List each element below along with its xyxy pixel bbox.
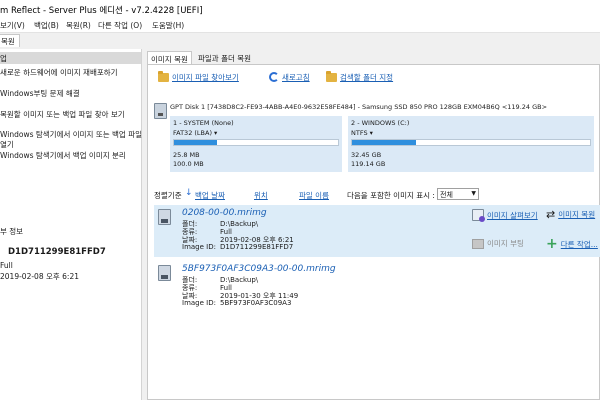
menu-help[interactable]: 도움말(H) [152, 20, 184, 31]
sidebar-item-open-explorer-2[interactable]: 열기 [0, 140, 14, 150]
image-file-icon [158, 209, 171, 225]
folder-icon [158, 70, 169, 82]
partition-used: 25.8 MB [173, 151, 200, 159]
folder-search-icon [326, 70, 337, 82]
sort-by-date[interactable]: 백업 날짜 [195, 190, 225, 201]
sidebar-info-title: 부 정보 [0, 227, 24, 236]
refresh-icon [269, 72, 279, 82]
image-id: Image ID: D1D711299E81FFD7 [182, 243, 293, 251]
restore-panel: 이미지 파일 찾아보기 새로고침 검색할 폴더 지정 GPT Disk 1 [7… [147, 64, 600, 400]
app-tab-bar: 복원 [0, 33, 600, 47]
partition-total: 100.0 MB [173, 160, 204, 168]
image-row[interactable]: 0208-00-00.mrimg 폴더: D:\Backup\ 종류: Full 날… [154, 205, 600, 257]
title-bar: m Reflect - Server Plus 에디션 - v7.2.4228 … [0, 0, 600, 18]
menu-view[interactable]: 보기(V) [0, 20, 25, 31]
menu-backup[interactable]: 백업(B) [34, 20, 59, 31]
boot-monitor-icon [472, 238, 484, 249]
other-tasks-action[interactable]: + 다른 작업... [546, 236, 598, 252]
partition-system[interactable]: 1 - SYSTEM (None) FAT32 (LBA) ▾ 25.8 MB … [170, 116, 342, 172]
tab-image-restore[interactable]: 이미지 복원 [147, 51, 192, 65]
restore-toolbar: 이미지 파일 찾아보기 새로고침 검색할 폴더 지정 [154, 70, 594, 84]
sidebar-item-browse-image[interactable]: 복원할 이미지 또는 백업 파일 찾아 보기 [0, 110, 125, 120]
partition-usage-fill [352, 140, 417, 145]
image-name: 0208-00-00.mrimg [182, 208, 267, 218]
refresh-label: 새로고침 [282, 72, 310, 82]
image-file-icon [158, 265, 171, 281]
partition-total: 119.14 GB [351, 160, 386, 168]
search-folder-label: 검색할 폴더 지정 [340, 72, 394, 82]
sidebar-item-fix-boot[interactable]: Windows부팅 문제 해결 [0, 89, 80, 99]
sort-label: 정렬기준 [154, 191, 182, 200]
sidebar-info-id: D1D711299E81FFD7 [8, 247, 106, 257]
partition-usage-bar [351, 139, 591, 146]
tab-file-restore[interactable]: 파일과 폴더 복원 [195, 51, 254, 65]
sort-by-filename[interactable]: 파일 이름 [299, 190, 329, 201]
browse-image-action-label: 이미지 살펴보기 [487, 210, 538, 220]
partition-windows[interactable]: 2 - WINDOWS (C:) NTFS ▾ 32.45 GB 119.14 … [348, 116, 594, 172]
sidebar-item-redeploy[interactable]: 새로운 하드웨어에 이미지 재배포하기 [0, 68, 118, 78]
sort-bar: 정렬기준 ↓ 백업 날짜 위치 파일 이름 다음을 포함한 이미지 표시 : 전… [154, 188, 594, 201]
disk-icon [154, 103, 167, 119]
partition-name: 2 - WINDOWS (C:) [351, 119, 410, 127]
image-row[interactable]: 5BF973F0AF3C09A3-00-00.mrimg 폴더: D:\Backu… [154, 261, 600, 313]
id-key: Image ID: [182, 299, 216, 307]
filter-select[interactable]: 전체 ▼ [437, 188, 479, 200]
menu-restore[interactable]: 복원(R) [66, 20, 91, 31]
window-title: m Reflect - Server Plus 에디션 - v7.2.4228 … [0, 6, 203, 16]
refresh-button[interactable]: 새로고침 [269, 70, 310, 84]
image-name: 5BF973F0AF3C09A3-00-00.mrimg [182, 264, 336, 274]
partition-used: 32.45 GB [351, 151, 382, 159]
other-tasks-action-label: 다른 작업... [560, 239, 598, 249]
browse-image-action[interactable]: 이미지 살펴보기 [472, 209, 538, 222]
boot-image-action[interactable]: 이미지 부팅 [472, 238, 524, 249]
menu-bar: 보기(V) 백업(B) 복원(R) 다른 작업 (O) 도움말(H) [0, 18, 600, 33]
partition-fs: NTFS ▾ [351, 129, 373, 137]
filter-label: 다음을 포함한 이미지 표시 : [347, 191, 435, 200]
sidebar-item-open-explorer[interactable]: Windows 탐색기에서 이미지 또는 백업 파일 [0, 130, 142, 140]
browse-image-button[interactable]: 이미지 파일 찾아보기 [158, 70, 239, 84]
main-area: 이미지 복원 파일과 폴더 복원 이미지 파일 찾아보기 새로고침 검색할 폴더… [147, 49, 600, 400]
tab-restore[interactable]: 복원 [0, 34, 20, 47]
partition-fs: FAT32 (LBA) ▾ [173, 129, 218, 137]
sidebar-info-date: 2019-02-08 오후 6:21 [0, 272, 79, 281]
sidebar-header: 업 [0, 52, 141, 64]
sidebar-item-detach[interactable]: Windows 탐색기에서 백업 이미지 분리 [0, 151, 126, 161]
restore-arrows-icon: ⇄ [546, 207, 556, 221]
browse-image-icon [472, 209, 485, 222]
browse-image-label: 이미지 파일 찾아보기 [172, 72, 239, 82]
partition-name: 1 - SYSTEM (None) [173, 119, 234, 127]
plus-icon: + [546, 236, 558, 252]
id-value: 5BF973F0AF3C09A3 [220, 299, 292, 307]
filter-value: 전체 [440, 191, 453, 199]
restore-image-action[interactable]: ⇄ 이미지 복원 [546, 209, 595, 220]
disk-label: GPT Disk 1 [7438D8C2-FE93-4ABB-A4E0-9632… [170, 103, 548, 111]
image-id: Image ID: 5BF973F0AF3C09A3 [182, 299, 291, 307]
id-key: Image ID: [182, 243, 216, 251]
search-folder-button[interactable]: 검색할 폴더 지정 [326, 70, 393, 84]
id-value: D1D711299E81FFD7 [220, 243, 294, 251]
sort-down-arrow-icon: ↓ [185, 188, 193, 198]
disk-map: GPT Disk 1 [7438D8C2-FE93-4ABB-A4E0-9632… [154, 101, 594, 173]
sort-by-location[interactable]: 위치 [254, 190, 268, 201]
partition-usage-bar [173, 139, 339, 146]
sidebar: 업 새로운 하드웨어에 이미지 재배포하기 Windows부팅 문제 해결 복원… [0, 49, 142, 400]
sidebar-info-type: Full [0, 261, 13, 270]
chevron-down-icon: ▼ [471, 190, 476, 197]
partition-usage-fill [174, 140, 217, 145]
restore-image-action-label: 이미지 복원 [558, 210, 596, 219]
menu-other[interactable]: 다른 작업 (O) [98, 20, 142, 31]
boot-image-action-label: 이미지 부팅 [487, 239, 524, 248]
